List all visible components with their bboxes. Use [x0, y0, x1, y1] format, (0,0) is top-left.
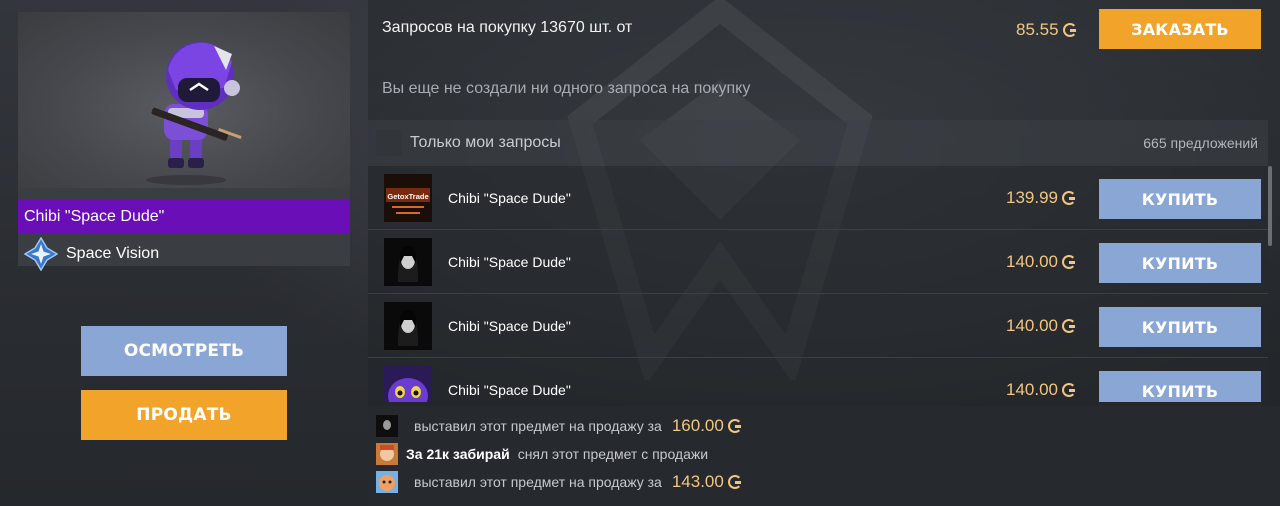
- activity-price: 143.00: [672, 472, 742, 492]
- filter-bar: Только мои запросы 665 предложений: [368, 120, 1268, 166]
- dark-portrait-avatar-icon: [384, 302, 432, 350]
- gold-g-icon: [1062, 191, 1076, 205]
- chibi-character-icon: [146, 42, 242, 185]
- item-name: Chibi "Space Dude": [18, 200, 350, 234]
- listing-row: Chibi "Space Dude" 140.00 КУПИТЬ: [368, 294, 1268, 358]
- gold-g-icon: [1062, 319, 1076, 333]
- activity-row: За 21к забирай снял этот предмет с прода…: [376, 442, 708, 466]
- listing-price: 140.00: [1006, 316, 1076, 336]
- gold-g-icon: [1062, 23, 1077, 37]
- listing-price-value: 140.00: [1006, 380, 1058, 399]
- only-my-requests-checkbox[interactable]: [376, 130, 402, 156]
- getoxtrade-avatar-icon: GetoxTrade: [384, 174, 432, 222]
- gold-g-icon: [727, 419, 742, 433]
- listing-item-name: Chibi "Space Dude": [448, 190, 571, 206]
- cartoon-avatar-icon: [376, 443, 398, 465]
- seller-avatar: [384, 238, 432, 286]
- buy-button[interactable]: КУПИТЬ: [1099, 371, 1261, 402]
- activity-price-value: 143.00: [671, 472, 724, 491]
- seller-avatar: [384, 302, 432, 350]
- buy-request-summary: Запросов на покупку 13670 шт. от 85.55 З…: [368, 0, 1268, 60]
- activity-action: выставил этот предмет на продажу за: [414, 474, 662, 490]
- activity-action: выставил этот предмет на продажу за: [414, 418, 662, 434]
- purple-creature-avatar-icon: [384, 366, 432, 402]
- order-button[interactable]: ЗАКАЗАТЬ: [1099, 9, 1261, 49]
- listings-scrollbar[interactable]: [1268, 166, 1272, 246]
- cartoon-face-avatar-icon: [376, 471, 398, 493]
- dark-portrait-avatar-icon: [376, 415, 398, 437]
- request-price-value: 85.55: [1016, 20, 1059, 39]
- listing-price-value: 140.00: [1006, 316, 1058, 335]
- user-avatar: [376, 415, 398, 437]
- listing-price-value: 140.00: [1006, 252, 1058, 271]
- listing-item-name: Chibi "Space Dude": [448, 318, 571, 334]
- listing-price: 140.00: [1006, 380, 1076, 400]
- offers-count: 665 предложений: [1143, 135, 1258, 151]
- activity-user: За 21к забирай: [406, 446, 510, 462]
- gold-g-icon: [1062, 383, 1076, 397]
- dark-portrait-avatar-icon: [384, 238, 432, 286]
- request-summary-text: Запросов на покупку 13670 шт. от: [382, 19, 633, 36]
- buy-button[interactable]: КУПИТЬ: [1099, 179, 1261, 219]
- item-image: [18, 12, 350, 188]
- listings-list: GetoxTrade Chibi "Space Dude" 139.99 КУП…: [368, 166, 1268, 402]
- listing-row: Chibi "Space Dude" 140.00 КУПИТЬ: [368, 358, 1268, 402]
- listing-item-name: Chibi "Space Dude": [448, 254, 571, 270]
- listing-price: 140.00: [1006, 252, 1076, 272]
- only-my-requests-label[interactable]: Только мои запросы: [410, 134, 561, 152]
- activity-feed: выставил этот предмет на продажу за 160.…: [368, 406, 1280, 506]
- activity-row: выставил этот предмет на продажу за 143.…: [376, 470, 742, 494]
- svg-text:GetoxTrade: GetoxTrade: [387, 192, 428, 201]
- buy-button[interactable]: КУПИТЬ: [1099, 243, 1261, 283]
- seller-avatar: GetoxTrade: [384, 174, 432, 222]
- listing-price-value: 139.99: [1006, 188, 1058, 207]
- collection-label: Space Vision: [24, 237, 160, 271]
- inspect-button[interactable]: ОСМОТРЕТЬ: [81, 326, 287, 376]
- request-min-price: 85.55: [1016, 20, 1077, 40]
- collection-name: Space Vision: [66, 245, 160, 262]
- star-badge-icon: [24, 237, 58, 271]
- user-avatar: [376, 443, 398, 465]
- no-requests-info: Вы еще не создали ни одного запроса на п…: [382, 80, 751, 97]
- item-panel: Chibi "Space Dude" Space Vision ОСМОТРЕТ…: [0, 0, 368, 506]
- activity-price-value: 160.00: [671, 416, 724, 435]
- sell-button[interactable]: ПРОДАТЬ: [81, 390, 287, 440]
- item-card: Chibi "Space Dude" Space Vision: [18, 12, 350, 271]
- gold-g-icon: [727, 475, 742, 489]
- listing-item-name: Chibi "Space Dude": [448, 382, 571, 398]
- listing-row: GetoxTrade Chibi "Space Dude" 139.99 КУП…: [368, 166, 1268, 230]
- activity-action: снял этот предмет с продажи: [517, 446, 709, 462]
- listing-row: Chibi "Space Dude" 140.00 КУПИТЬ: [368, 230, 1268, 294]
- listing-price: 139.99: [1006, 188, 1076, 208]
- activity-price: 160.00: [672, 416, 742, 436]
- activity-row: выставил этот предмет на продажу за 160.…: [376, 414, 742, 438]
- gold-g-icon: [1062, 255, 1076, 269]
- user-avatar: [376, 471, 398, 493]
- buy-button[interactable]: КУПИТЬ: [1099, 307, 1261, 347]
- seller-avatar: [384, 366, 432, 402]
